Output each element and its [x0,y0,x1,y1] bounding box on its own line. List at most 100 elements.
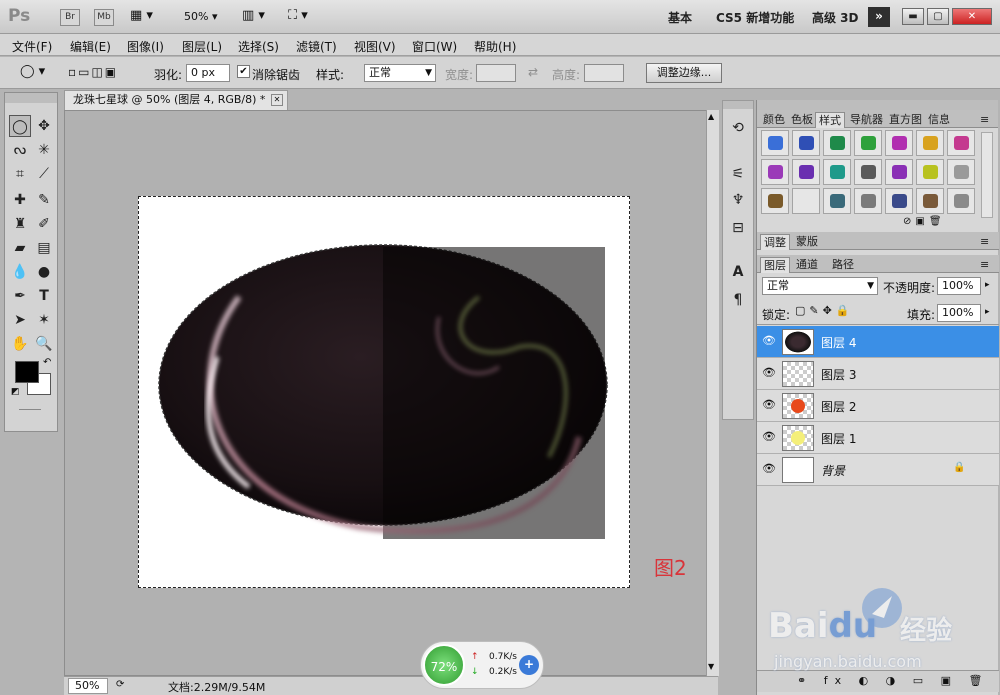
opacity-arrow-icon[interactable]: ▸ [985,280,990,290]
custom-shape-icon[interactable]: ✶ [33,309,55,331]
style-swatch[interactable] [916,130,944,156]
foreground-color-front[interactable] [15,361,39,383]
tab-channels[interactable]: 通道 [793,257,821,273]
layer-name-1[interactable]: 图层 1 [821,430,856,447]
menu-window[interactable]: 窗口(W) [412,38,457,55]
type-tool-icon[interactable]: T [33,285,55,307]
antialias-checkbox[interactable]: ✔ [237,65,250,78]
style-swatch[interactable] [916,159,944,185]
crop-icon[interactable]: ⌗ [9,163,31,185]
clone-source-icon[interactable]: ♆ [727,189,749,211]
layer-row-3[interactable]: 👁 图层 3 [757,358,999,390]
layer-name-3[interactable]: 图层 3 [821,366,856,383]
panel-menu-icon[interactable]: ≡ [977,112,992,128]
tab-histogram[interactable]: 直方图 [886,112,925,128]
magic-wand-icon[interactable]: ✳ [33,139,55,161]
close-document-icon[interactable]: ✕ [271,94,283,106]
lasso-icon[interactable]: ᔓ [9,139,31,161]
opacity-input[interactable]: 100% [937,277,981,295]
status-info-icon[interactable]: ⟳ [116,679,124,690]
fill-arrow-icon[interactable]: ▸ [985,307,990,317]
tab-navigator[interactable]: 导航器 [847,112,886,128]
style-swatch[interactable] [792,130,820,156]
history-brush-icon[interactable]: ✐ [33,213,55,235]
blend-mode-dropdown[interactable]: 正常 ▼ [762,277,878,295]
selection-mode-icons[interactable]: ▫▭◫▣ [68,65,118,79]
workspace-advanced-3d[interactable]: 高级 3D [812,9,859,26]
view-extras-icon[interactable]: ▦ ▾ [130,8,153,23]
style-swatch[interactable] [761,159,789,185]
paragraph-panel-icon[interactable]: ¶ [727,289,749,311]
style-swatch[interactable] [823,159,851,185]
layer-name-4[interactable]: 图层 4 [821,334,856,351]
scroll-up-icon[interactable]: ▲ [708,112,714,121]
style-dropdown[interactable]: 正常 ▼ [364,64,436,82]
pen-icon[interactable]: ✒ [9,285,31,307]
style-swatch[interactable] [854,159,882,185]
dock-grip[interactable] [757,100,998,110]
style-swatch[interactable] [792,159,820,185]
style-swatch[interactable] [854,188,882,214]
style-swatch[interactable] [947,188,975,214]
style-swatch[interactable] [916,188,944,214]
tab-swatches[interactable]: 色板 [788,112,816,128]
layer-row-1[interactable]: 👁 图层 1 [757,422,999,454]
elliptical-marquee-preset-icon[interactable]: ◯ ▾ [20,64,45,79]
tool-presets-icon[interactable]: ⊟ [727,217,749,239]
maximize-button[interactable]: ▢ [927,8,949,25]
workspace-cs5-new[interactable]: CS5 新增功能 [716,9,794,26]
eraser-icon[interactable]: ▰ [9,237,31,259]
layer-row-background[interactable]: 👁 背景 🔒 [757,454,999,486]
visibility-eye-icon[interactable]: 👁 [761,334,777,348]
layers-menu-icon[interactable]: ≡ [977,257,992,273]
blur-icon[interactable]: 💧 [9,261,31,283]
elliptical-marquee-icon[interactable]: ◯ [9,115,31,137]
healing-brush-icon[interactable]: ✚ [9,189,31,211]
more-workspaces-button[interactable]: » [868,7,890,27]
toolbox-grip[interactable] [5,93,57,103]
refine-edge-button[interactable]: 调整边缘... [646,63,722,83]
gradient-icon[interactable]: ▤ [33,237,55,259]
style-swatch[interactable] [947,130,975,156]
menu-image[interactable]: 图像(I) [127,38,164,55]
arrange-documents-icon[interactable]: ▥ ▾ [242,8,265,23]
styles-scrollbar[interactable] [981,132,993,218]
tab-adjustments[interactable]: 调整 [760,234,790,250]
close-button[interactable]: ✕ [952,8,992,25]
style-swatch[interactable] [885,159,913,185]
menu-file[interactable]: 文件(F) [12,38,52,55]
move-tool-icon[interactable]: ✥ [33,115,55,137]
fill-input[interactable]: 100% [937,304,981,322]
visibility-eye-icon[interactable]: 👁 [761,430,777,444]
history-panel-icon[interactable]: ⟲ [727,117,749,139]
styles-footer-icons[interactable]: ⊘▣🗑 [903,216,946,227]
menu-view[interactable]: 视图(V) [354,38,396,55]
document-tab[interactable]: 龙珠七星球 @ 50% (图层 4, RGB/8) * ✕ [64,90,288,110]
status-zoom[interactable]: 50% [68,678,108,694]
character-panel-icon[interactable]: A [727,261,749,283]
document-canvas[interactable] [138,196,630,588]
style-swatch[interactable] [761,188,789,214]
accelerate-button[interactable]: + [519,655,539,675]
path-selection-icon[interactable]: ➤ [9,309,31,331]
style-swatch[interactable] [761,130,789,156]
style-swatch[interactable] [885,188,913,214]
tab-color[interactable]: 颜色 [760,112,788,128]
menu-filter[interactable]: 滤镜(T) [296,38,337,55]
default-colors-icon[interactable]: ◩ [11,387,20,397]
clone-stamp-icon[interactable]: ♜ [9,213,31,235]
eyedropper-icon[interactable]: ⟋ [33,163,55,185]
style-swatch[interactable] [823,188,851,214]
menu-help[interactable]: 帮助(H) [474,38,516,55]
vertical-scrollbar[interactable]: ▲ ▼ [706,110,719,676]
minimize-button[interactable]: ▬ [902,8,924,25]
style-swatch[interactable] [885,130,913,156]
zoom-level-dropdown[interactable]: 50% ▾ [184,10,217,23]
swap-colors-icon[interactable]: ↶ [43,357,51,368]
menu-edit[interactable]: 编辑(E) [70,38,111,55]
style-swatch[interactable] [792,188,820,214]
bridge-button[interactable]: Br [60,9,80,26]
visibility-eye-icon[interactable]: 👁 [761,462,777,476]
visibility-eye-icon[interactable]: 👁 [761,366,777,380]
brush-presets-icon[interactable]: ⚟ [727,163,749,185]
